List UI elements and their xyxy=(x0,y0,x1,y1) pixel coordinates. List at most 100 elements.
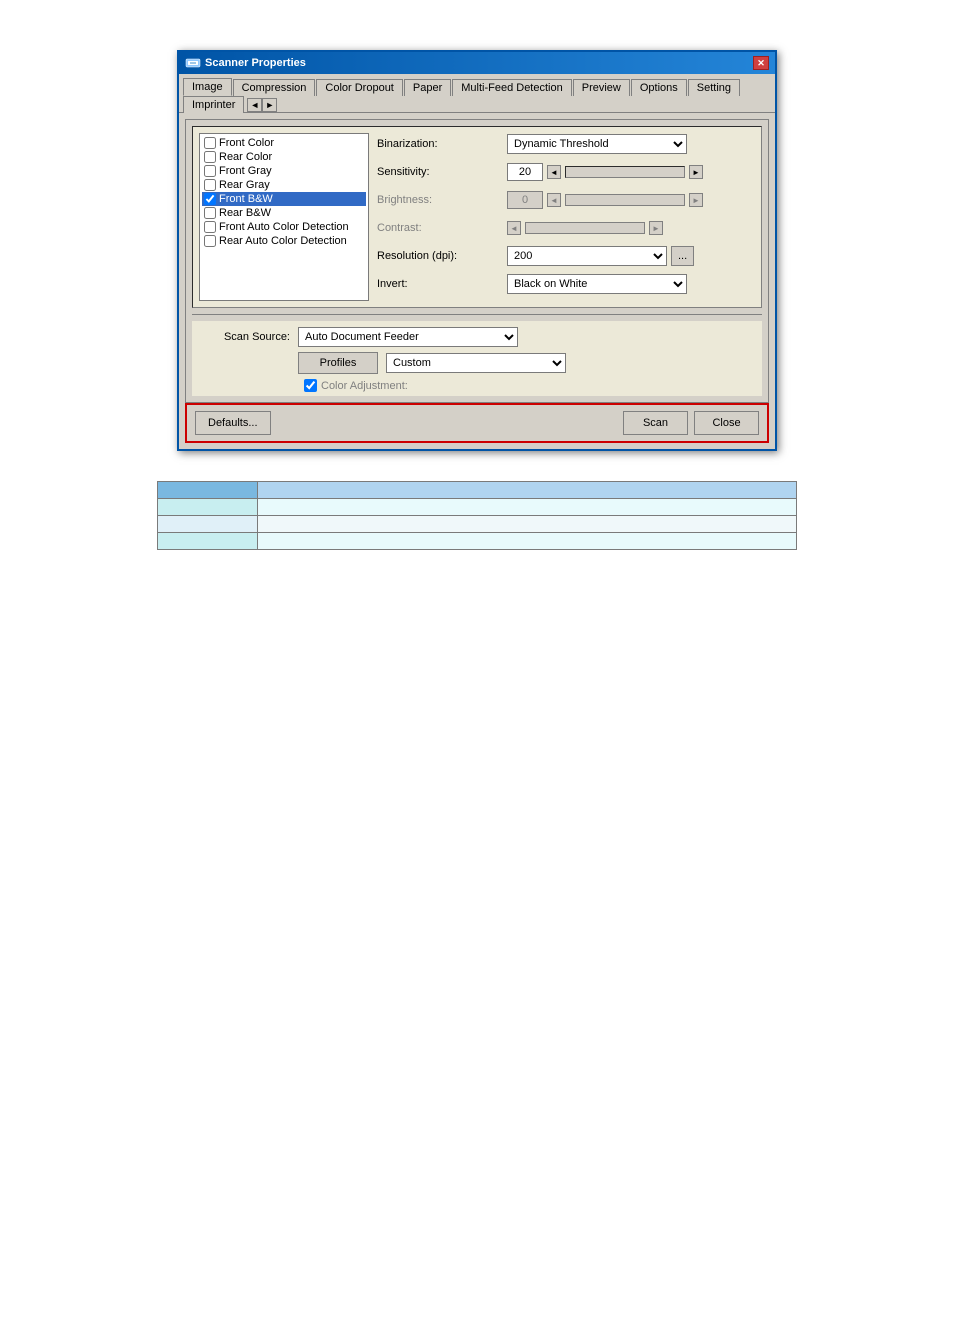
checkbox-rear-gray[interactable] xyxy=(204,179,216,191)
brightness-left-arrow: ◄ xyxy=(547,193,561,207)
resolution-dots-button[interactable]: ... xyxy=(671,246,694,266)
label-rear-color: Rear Color xyxy=(219,151,272,163)
brightness-control: 0 ◄ ► xyxy=(507,191,755,209)
brightness-label: Brightness: xyxy=(377,194,507,206)
scan-source-select[interactable]: Auto Document Feeder xyxy=(298,327,518,347)
table-row-4 xyxy=(158,533,797,550)
image-type-front-bw[interactable]: Front B&W xyxy=(202,192,366,206)
defaults-button[interactable]: Defaults... xyxy=(195,411,271,435)
contrast-slider xyxy=(525,222,645,234)
image-type-front-color[interactable]: Front Color xyxy=(202,136,366,150)
tab-prev-arrow[interactable]: ◄ xyxy=(247,98,262,112)
table-cell-content-3 xyxy=(258,516,797,533)
contrast-label: Contrast: xyxy=(377,222,507,234)
table-cell-content-1 xyxy=(258,482,797,499)
image-type-rear-auto[interactable]: Rear Auto Color Detection xyxy=(202,234,366,248)
contrast-row: Contrast: ◄ ► xyxy=(377,217,755,239)
settings-panel: Binarization: Dynamic Threshold Sensitiv… xyxy=(377,133,755,301)
image-type-front-gray[interactable]: Front Gray xyxy=(202,164,366,178)
checkbox-front-color[interactable] xyxy=(204,137,216,149)
info-table xyxy=(157,481,797,550)
dialog-titlebar: Scanner Properties ✕ xyxy=(179,52,775,74)
tab-preview[interactable]: Preview xyxy=(573,79,630,96)
image-type-rear-bw[interactable]: Rear B&W xyxy=(202,206,366,220)
label-front-gray: Front Gray xyxy=(219,165,272,177)
color-adjustment-checkbox[interactable] xyxy=(304,379,317,392)
scan-source-row: Scan Source: Auto Document Feeder xyxy=(198,327,756,347)
binarization-control: Dynamic Threshold xyxy=(507,134,755,154)
sensitivity-slider[interactable] xyxy=(565,166,685,178)
resolution-control: 200 ... xyxy=(507,246,755,266)
image-type-front-auto[interactable]: Front Auto Color Detection xyxy=(202,220,366,234)
checkbox-front-bw[interactable] xyxy=(204,193,216,205)
scan-source-area: Scan Source: Auto Document Feeder Profil… xyxy=(192,321,762,396)
sensitivity-right-arrow[interactable]: ► xyxy=(689,165,703,179)
brightness-row: Brightness: 0 ◄ ► xyxy=(377,189,755,211)
binarization-select[interactable]: Dynamic Threshold xyxy=(507,134,687,154)
checkbox-rear-color[interactable] xyxy=(204,151,216,163)
btn-group-right: Scan Close xyxy=(623,411,759,435)
resolution-select[interactable]: 200 xyxy=(507,246,667,266)
tab-imprinter[interactable]: Imprinter xyxy=(183,96,244,113)
tab-compression[interactable]: Compression xyxy=(233,79,316,96)
table-cell-label-3 xyxy=(158,516,258,533)
label-rear-bw: Rear B&W xyxy=(219,207,271,219)
color-adjustment-label: Color Adjustment: xyxy=(321,380,408,392)
tab-paper[interactable]: Paper xyxy=(404,79,451,96)
close-button[interactable]: Close xyxy=(694,411,759,435)
sensitivity-left-arrow[interactable]: ◄ xyxy=(547,165,561,179)
dialog-inner: Front Color Rear Color Front Gray R xyxy=(185,119,769,403)
tab-color-dropout[interactable]: Color Dropout xyxy=(316,79,402,96)
checkbox-front-auto[interactable] xyxy=(204,221,216,233)
table-cell-content-4 xyxy=(258,533,797,550)
profiles-select[interactable]: Custom xyxy=(386,353,566,373)
image-type-panel: Front Color Rear Color Front Gray R xyxy=(199,133,369,301)
contrast-control: ◄ ► xyxy=(507,221,755,235)
label-front-bw: Front B&W xyxy=(219,193,273,205)
sensitivity-value: 20 xyxy=(507,163,543,181)
brightness-slider xyxy=(565,194,685,206)
table-cell-label-1 xyxy=(158,482,258,499)
page-wrapper: Scanner Properties ✕ Image Compression C… xyxy=(0,0,954,1336)
tab-setting[interactable]: Setting xyxy=(688,79,740,96)
contrast-right-arrow: ► xyxy=(649,221,663,235)
invert-label: Invert: xyxy=(377,278,507,290)
sensitivity-row: Sensitivity: 20 ◄ ► xyxy=(377,161,755,183)
scanner-properties-dialog: Scanner Properties ✕ Image Compression C… xyxy=(177,50,777,451)
brightness-right-arrow: ► xyxy=(689,193,703,207)
table-row-1 xyxy=(158,482,797,499)
divider xyxy=(192,314,762,315)
titlebar-left: Scanner Properties xyxy=(185,55,306,71)
tab-image[interactable]: Image xyxy=(183,78,232,96)
tab-options[interactable]: Options xyxy=(631,79,687,96)
profiles-button[interactable]: Profiles xyxy=(298,352,378,374)
scanner-icon xyxy=(185,55,201,71)
image-type-rear-color[interactable]: Rear Color xyxy=(202,150,366,164)
resolution-label: Resolution (dpi): xyxy=(377,250,507,262)
checkbox-rear-bw[interactable] xyxy=(204,207,216,219)
dialog-close-button[interactable]: ✕ xyxy=(753,56,769,70)
label-front-color: Front Color xyxy=(219,137,274,149)
dialog-content: Front Color Rear Color Front Gray R xyxy=(179,113,775,449)
label-rear-auto: Rear Auto Color Detection xyxy=(219,235,347,247)
scan-source-label: Scan Source: xyxy=(198,331,298,343)
resolution-row: Resolution (dpi): 200 ... xyxy=(377,245,755,267)
invert-control: Black on White xyxy=(507,274,755,294)
tab-multifeed[interactable]: Multi-Feed Detection xyxy=(452,79,572,96)
image-type-rear-gray[interactable]: Rear Gray xyxy=(202,178,366,192)
scan-button[interactable]: Scan xyxy=(623,411,688,435)
label-rear-gray: Rear Gray xyxy=(219,179,270,191)
checkbox-rear-auto[interactable] xyxy=(204,235,216,247)
binarization-label: Binarization: xyxy=(377,138,507,150)
table-cell-content-2 xyxy=(258,499,797,516)
label-front-auto: Front Auto Color Detection xyxy=(219,221,349,233)
invert-select[interactable]: Black on White xyxy=(507,274,687,294)
brightness-value: 0 xyxy=(507,191,543,209)
checkbox-front-gray[interactable] xyxy=(204,165,216,177)
contrast-left-arrow: ◄ xyxy=(507,221,521,235)
dialog-buttons-area: Defaults... Scan Close xyxy=(185,403,769,443)
table-row-2 xyxy=(158,499,797,516)
invert-row: Invert: Black on White xyxy=(377,273,755,295)
tab-next-arrow[interactable]: ► xyxy=(262,98,277,112)
table-cell-label-2 xyxy=(158,499,258,516)
